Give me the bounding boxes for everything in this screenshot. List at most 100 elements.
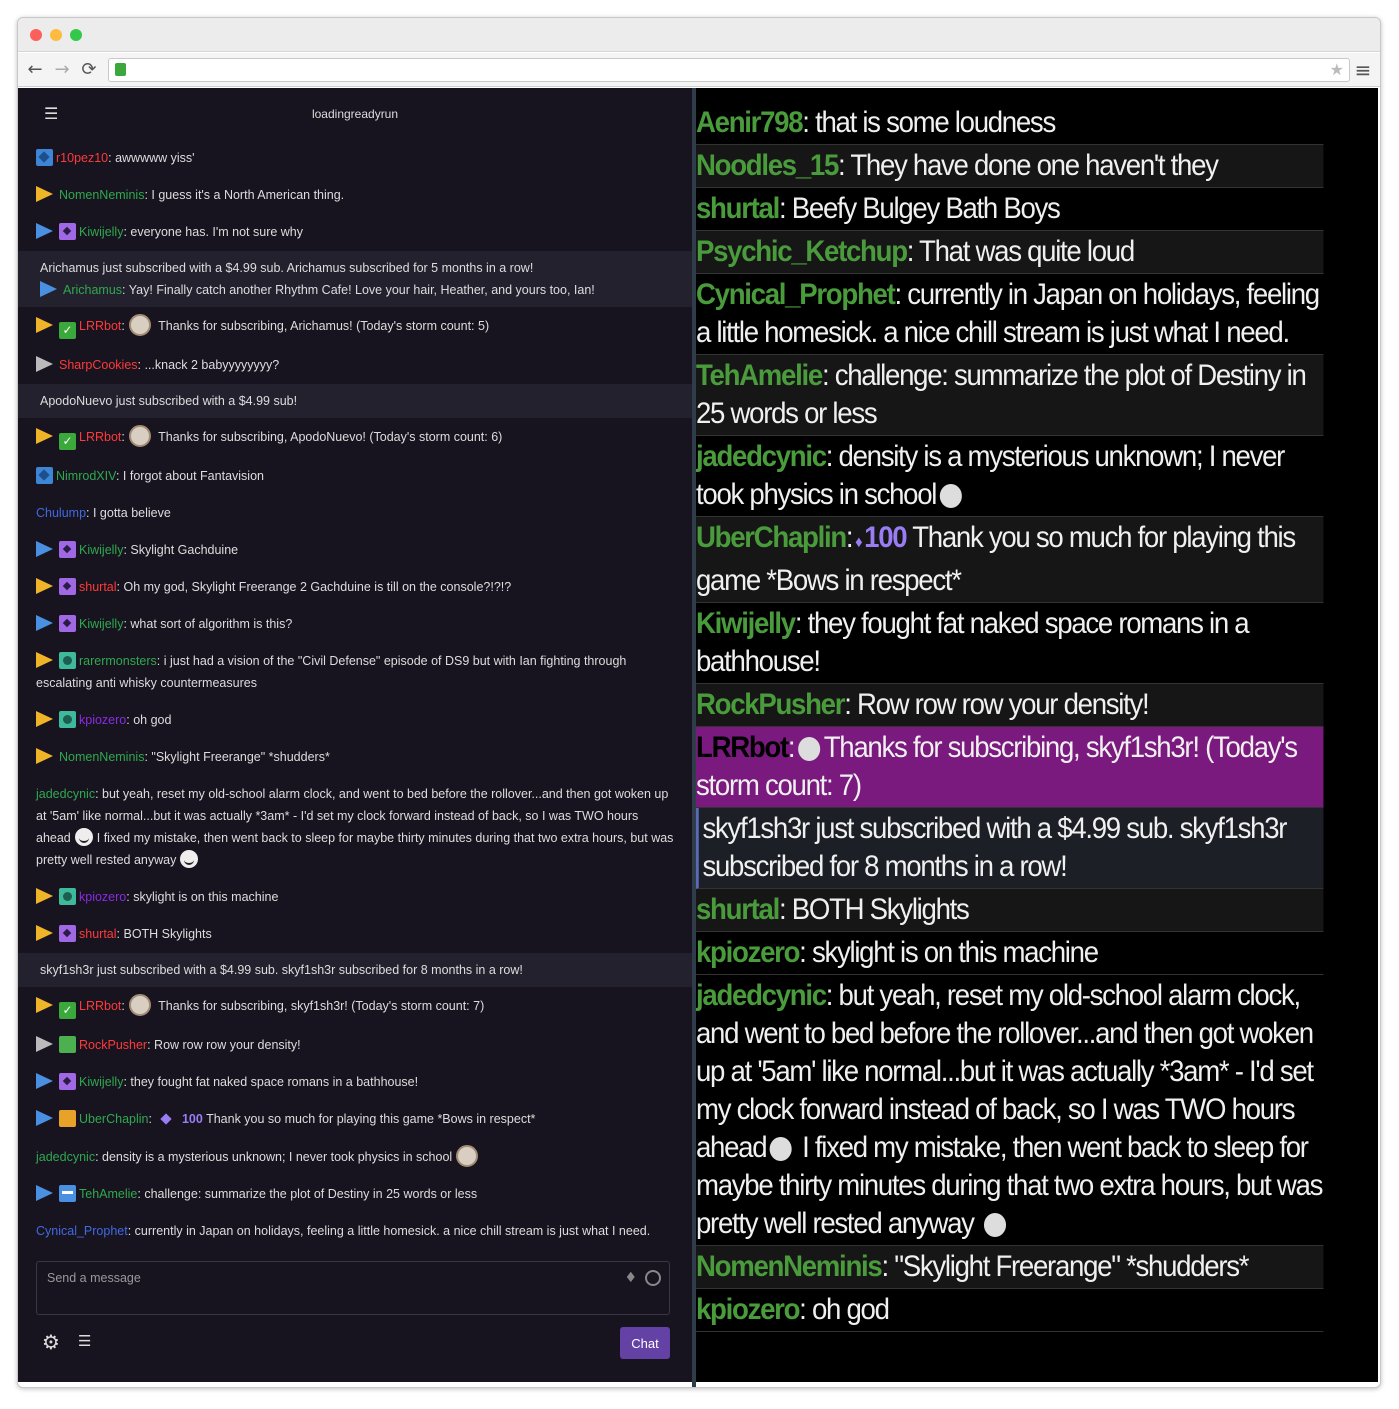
chat-username[interactable]: Kiwijelly	[79, 543, 123, 557]
back-icon[interactable]: ←	[24, 59, 46, 81]
chat-text: : "Skylight Freerange" *shudders*	[144, 750, 330, 764]
face-emote	[456, 1145, 479, 1167]
chat-username[interactable]: TehAmelie	[79, 1187, 137, 1201]
chat-line: Kiwijelly: what sort of algorithm is thi…	[18, 606, 692, 643]
overlay-text: : BOTH Skylights	[779, 893, 970, 926]
overlay-text: : that is some loudness	[802, 106, 1056, 139]
overlay-line: TehAmelie: challenge: summarize the plot…	[696, 355, 1324, 436]
chat-username[interactable]: r10pez10	[56, 151, 108, 165]
chat-line-content: ✓ LRRbot: Thanks for subscribing, ApodoNu…	[36, 425, 674, 450]
chat-line: shurtal: BOTH Skylights	[18, 916, 692, 953]
turbo-chevron-icon	[36, 356, 53, 372]
overlay-username: Noodles_15	[696, 149, 839, 182]
chat-username[interactable]: Kiwijelly	[79, 225, 123, 239]
chat-username[interactable]: rarermonsters	[79, 654, 157, 668]
forward-icon[interactable]: →	[51, 59, 73, 81]
chat-line: shurtal: Oh my god, Skylight Freerange 2…	[18, 569, 692, 606]
chat-input[interactable]: Send a message ♦	[36, 1261, 670, 1315]
chat-text: : I gotta believe	[86, 506, 171, 520]
overlay-username: jadedcynic	[696, 979, 827, 1012]
chat-username[interactable]: NomenNeminis	[59, 750, 144, 764]
teal-badge-icon	[59, 652, 76, 669]
chat-line: Cynical_Prophet: currently in Japan on h…	[18, 1213, 692, 1250]
chat-line: ✓ LRRbot: Thanks for subscribing, Aricham…	[18, 307, 692, 347]
chat-separator: :	[121, 430, 125, 444]
blue-badge-icon	[36, 467, 53, 484]
reload-icon[interactable]: ⟳	[78, 59, 100, 81]
purple-badge-icon	[59, 615, 76, 632]
emote-picker-icon[interactable]	[645, 1270, 661, 1286]
browser-menu-icon[interactable]: ≡	[1352, 59, 1374, 81]
chat-line-content: NimrodXIV: I forgot about Fantavision	[36, 465, 674, 487]
chat-username[interactable]: Arichamus	[63, 283, 122, 297]
chat-username[interactable]: kpiozero	[79, 713, 126, 727]
turbo-chevron-icon	[36, 186, 53, 202]
chat-text: Thanks for subscribing, Arichamus! (Toda…	[154, 319, 490, 333]
address-bar[interactable]: ★	[108, 58, 1350, 82]
chat-text: : awwwww yiss'	[108, 151, 195, 165]
close-window-button[interactable]	[30, 29, 42, 41]
overlay-text: : "Skylight Freerange" *shudders*	[881, 1250, 1249, 1283]
chat-text: Thank you so much for playing this game …	[202, 1112, 536, 1126]
chat-text: : Row row row your density!	[147, 1038, 301, 1052]
chat-text: I fixed my mistake, then went back to sl…	[36, 831, 674, 867]
turbo-chevron-icon	[40, 281, 57, 297]
crown-badge-icon	[59, 1185, 76, 1202]
smiley-emote	[983, 1213, 1006, 1237]
overlay-line: Psychic_Ketchup: That was quite loud	[696, 231, 1324, 274]
turbo-chevron-icon	[36, 652, 53, 668]
chat-line: Kiwijelly: everyone has. I'm not sure wh…	[18, 214, 692, 251]
chat-line: ✓ LRRbot: Thanks for subscribing, ApodoNu…	[18, 418, 692, 458]
green-badge-icon: ✓	[59, 322, 76, 339]
zoom-window-button[interactable]	[70, 29, 82, 41]
settings-gear-icon[interactable]: ⚙	[42, 1330, 60, 1354]
chat-line-content: NomenNeminis: I guess it's a North Ameri…	[36, 184, 674, 206]
chat-username[interactable]: jadedcynic	[36, 787, 95, 801]
chat-username[interactable]: SharpCookies	[59, 358, 138, 372]
chat-username[interactable]: UberChaplin	[79, 1112, 148, 1126]
bits-gem-icon: ♦	[852, 534, 865, 551]
turbo-chevron-icon	[36, 997, 53, 1013]
chat-username[interactable]: LRRbot	[79, 319, 121, 333]
chat-separator: :	[121, 319, 125, 333]
chat-username[interactable]: Cynical_Prophet	[36, 1224, 128, 1238]
chat-text: : ...knack 2 babyyyyyyyy?	[137, 358, 280, 372]
bookmark-star-icon[interactable]: ★	[1330, 59, 1344, 81]
chat-line: Kiwijelly: Skylight Gachduine	[18, 532, 692, 569]
bits-icon[interactable]: ♦	[624, 1270, 637, 1286]
purple-badge-icon	[59, 925, 76, 942]
chat-line-content: Kiwijelly: they fought fat naked space r…	[36, 1071, 674, 1093]
chat-text: : I forgot about Fantavision	[115, 469, 264, 483]
chat-line: kpiozero: skylight is on this machine	[18, 879, 692, 916]
chat-username[interactable]: shurtal	[79, 927, 117, 941]
chat-line-content: ✓ LRRbot: Thanks for subscribing, Aricham…	[36, 314, 674, 339]
orange-badge-icon	[59, 1110, 76, 1127]
overlay-sub-notice: skyf1sh3r just subscribed with a $4.99 s…	[702, 812, 1287, 883]
chat-username[interactable]: Kiwijelly	[79, 617, 123, 631]
chat-username[interactable]: NomenNeminis	[59, 188, 144, 202]
bits-gem-icon	[160, 1113, 172, 1125]
chat-text: : Oh my god, Skylight Freerange 2 Gachdu…	[116, 580, 512, 594]
chat-username[interactable]: LRRbot	[79, 999, 121, 1013]
chat-username[interactable]: kpiozero	[79, 890, 126, 904]
chat-line: r10pez10: awwwww yiss'	[18, 140, 692, 177]
chat-username[interactable]: LRRbot	[79, 430, 121, 444]
chat-username[interactable]: Kiwijelly	[79, 1075, 123, 1089]
overlay-line: Kiwijelly: they fought fat naked space r…	[696, 603, 1324, 684]
smiley-emote	[180, 850, 199, 868]
overlay-text: : That was quite loud	[906, 235, 1135, 268]
chat-username[interactable]: NimrodXIV	[56, 469, 116, 483]
overlay-username: LRRbot	[696, 731, 789, 764]
viewer-list-icon[interactable]: ☰	[78, 1332, 91, 1350]
minimize-window-button[interactable]	[50, 29, 62, 41]
turbo-chevron-icon	[36, 1185, 53, 1201]
chat-username[interactable]: jadedcynic	[36, 1150, 95, 1164]
chat-username[interactable]: shurtal	[79, 580, 117, 594]
chat-username[interactable]: Chulump	[36, 506, 86, 520]
chat-text: : Yay! Finally catch another Rhythm Cafe…	[122, 283, 595, 297]
turbo-chevron-icon	[36, 1110, 53, 1126]
overlay-message-list: Aenir798: that is some loudness Noodles_1…	[696, 102, 1378, 1332]
chat-username[interactable]: RockPusher	[79, 1038, 147, 1052]
chat-send-button[interactable]: Chat	[620, 1327, 670, 1359]
overlay-line: Aenir798: that is some loudness	[696, 102, 1324, 145]
